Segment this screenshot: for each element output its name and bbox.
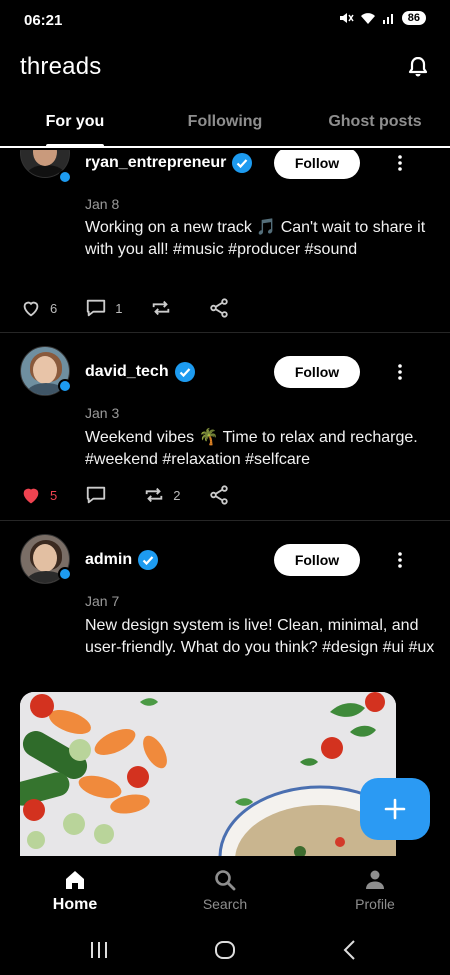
back-icon[interactable] [338,938,362,962]
tab-ghost-posts[interactable]: Ghost posts [300,113,450,131]
nav-profile-label: Profile [355,896,395,912]
repost-count: 2 [173,487,181,503]
nav-search[interactable]: Search [175,868,275,912]
status-bar: 06:21 86 [0,0,450,42]
recent-apps-icon[interactable] [87,938,111,962]
status-time: 06:21 [24,12,63,29]
post-text: Working on a new track 🎵 Can't wait to s… [85,219,426,258]
search-icon [215,870,236,891]
like-count: 6 [50,300,58,316]
nav-home-label: Home [52,896,98,913]
follow-button[interactable]: Follow [274,544,360,576]
plus-icon [384,798,406,820]
post-date: Jan 3 [85,405,120,421]
repost-button[interactable] [150,297,180,319]
wifi-icon [360,13,375,24]
username-text[interactable]: admin [85,551,132,569]
tab-for-you[interactable]: For you [0,113,150,131]
verified-icon [138,550,159,570]
post-actions: 6 1 [20,297,258,319]
more-icon[interactable] [390,362,410,382]
bell-icon[interactable] [406,55,430,79]
verified-badge-small [58,567,72,581]
food-photo [20,692,396,856]
like-button[interactable]: 5 [20,484,57,506]
more-icon[interactable] [390,550,410,570]
nav-home[interactable]: Home [25,868,125,914]
share-button[interactable] [208,297,230,319]
repost-icon [145,487,163,503]
post-text: New design system is live! Clean, minima… [85,617,435,656]
heart-filled-icon [23,488,39,504]
comment-icon [87,486,106,504]
like-count: 5 [50,487,58,503]
follow-button[interactable]: Follow [274,150,360,179]
heart-icon [23,301,39,317]
comment-button[interactable] [85,484,115,506]
nav-search-label: Search [202,896,248,912]
share-button[interactable] [208,484,230,506]
comment-button[interactable]: 1 [85,297,122,319]
post-item: david_tech Follow Jan 3 Weekend vibes 🌴 … [0,333,450,521]
more-icon[interactable] [390,153,410,173]
verified-icon [232,153,253,173]
mute-icon [339,13,354,23]
battery-badge: 86 [401,11,426,25]
verified-badge-small [58,170,72,184]
system-nav [0,926,450,975]
verified-badge-small [58,379,72,393]
verified-icon [174,362,195,382]
signal-icon [382,14,393,24]
share-icon [210,485,229,505]
tab-indicator [46,144,104,148]
username[interactable]: ryan_entrepreneur [85,153,253,173]
home-icon [66,871,84,889]
like-button[interactable]: 6 [20,297,57,319]
app-header: threads [0,42,450,98]
comment-icon [87,299,106,317]
repost-icon [153,300,170,316]
post-date: Jan 8 [85,196,120,212]
comment-count: 1 [115,300,123,316]
username-text[interactable]: ryan_entrepreneur [85,154,226,172]
post-text: Weekend vibes 🌴 Time to relax and rechar… [85,429,418,468]
share-icon [210,298,229,318]
feed[interactable]: ryan_entrepreneur Follow Jan 8 Working o… [0,150,450,856]
username[interactable]: david_tech [85,362,195,382]
follow-button[interactable]: Follow [274,356,360,388]
app-title: threads [20,53,102,80]
username-text[interactable]: david_tech [85,363,169,381]
post-item: ryan_entrepreneur Follow Jan 8 Working o… [0,150,450,333]
username[interactable]: admin [85,550,159,570]
repost-button[interactable]: 2 [143,484,180,506]
nav-profile[interactable]: Profile [325,868,425,912]
post-image[interactable] [20,692,396,856]
post-actions: 5 2 [20,484,258,506]
status-icons: 86 [338,11,426,25]
compose-button[interactable] [360,778,430,840]
feed-tabs: For you Following Ghost posts [0,98,450,148]
post-date: Jan 7 [85,593,120,609]
person-icon [366,870,384,889]
bottom-nav: Home Search Profile [0,856,450,926]
home-button-icon[interactable] [213,938,237,962]
tab-following[interactable]: Following [150,113,300,131]
